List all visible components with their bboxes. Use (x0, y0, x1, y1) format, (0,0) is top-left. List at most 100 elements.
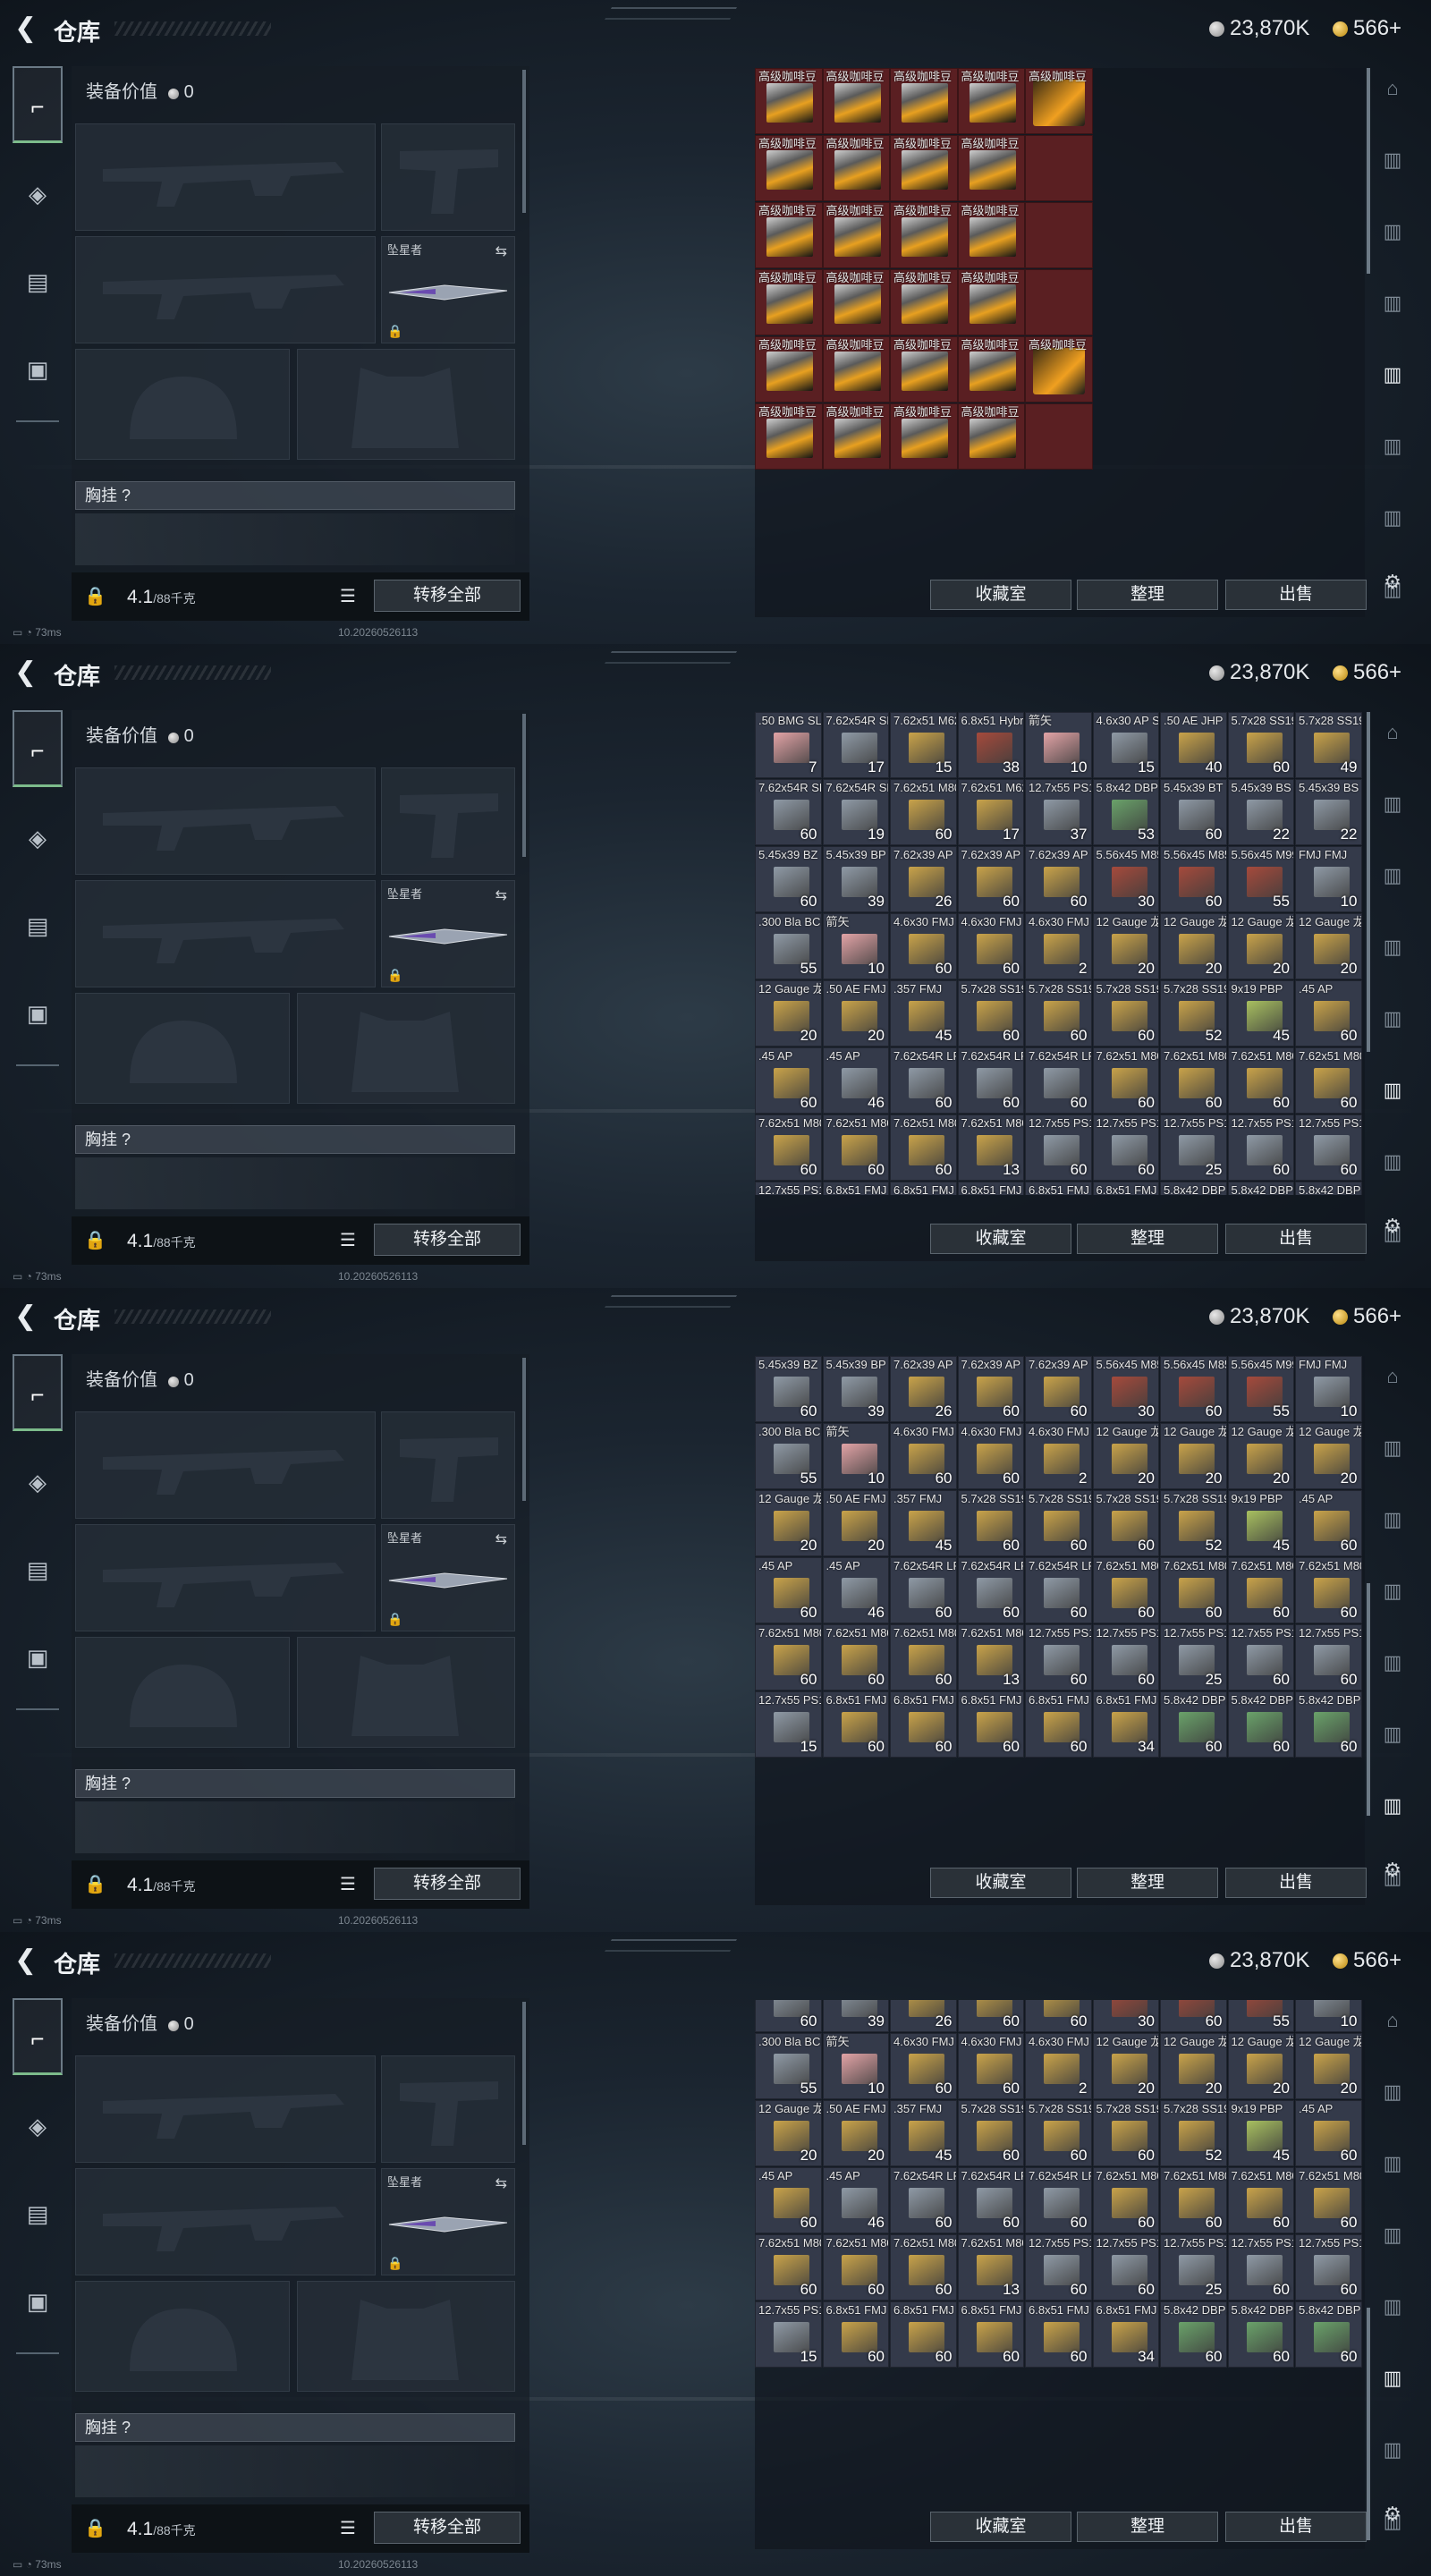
loadout-scrollbar[interactable] (522, 70, 526, 213)
stash-cell-coffee[interactable]: 高级咖啡豆 (957, 269, 1025, 335)
stash-cell-ammo[interactable]: 7.62x54R SNB 60 (755, 779, 822, 845)
stash-cell-ammo[interactable]: 5.45x39 BZ60 (755, 2000, 822, 2032)
stash-cell-ammo[interactable]: 5.7x28 SS190 52 (1160, 1490, 1227, 1556)
stash-cell-ammo[interactable]: 7.62x51 M80 60 (890, 779, 957, 845)
stash-cell-ammo[interactable]: 7.62x54R LPS 60 (957, 2167, 1024, 2233)
help-icon[interactable]: ? (117, 487, 131, 504)
primary-weapon-slot[interactable] (75, 767, 376, 875)
tab-gun[interactable]: ⌐ (13, 66, 63, 143)
stash-cell-ammo[interactable]: 6.8x51 FMJ34 (1092, 2301, 1159, 2368)
container-4-icon[interactable]: ▥ (1372, 2286, 1413, 2327)
stash-cell-coffee[interactable]: 高级咖啡豆 (822, 68, 890, 134)
tab-briefcase[interactable]: ▣ (13, 331, 63, 408)
stash-cell-ammo[interactable]: 5.45x39 BS 22 (1227, 779, 1294, 845)
tab-briefcase[interactable]: ▣ (13, 2263, 63, 2340)
stash-cell-ammo[interactable]: 7.62x39 AP60 (957, 1356, 1024, 1422)
tab-clipboard[interactable]: ▤ (13, 2175, 63, 2252)
melee-slot[interactable]: 坠星者 ⇆ 🔒 (381, 236, 515, 343)
stash-cell-ammo[interactable]: 6.8x51 FMJ60 (1025, 2301, 1092, 2368)
stash-cell-ammo[interactable]: 12 Gauge 龙息弹 20 (755, 2100, 822, 2166)
organize-button[interactable]: 整理 (1077, 2512, 1218, 2542)
container-2-icon[interactable]: ▥ (1372, 211, 1413, 252)
stash-cell-ammo[interactable]: 5.7x28 SS190 60 (1227, 712, 1294, 778)
stash-cell-coffee[interactable]: 高级咖啡豆 (755, 269, 823, 335)
stash-cell-ammo[interactable]: FMJ FMJ 10 (1295, 1356, 1362, 1422)
stash-cell-ammo[interactable]: 7.62x51 M80 60 (755, 1624, 822, 1690)
tab-briefcase[interactable]: ▣ (13, 1619, 63, 1696)
container-1-icon[interactable]: ▥ (1372, 784, 1413, 825)
stash-cell-ammo[interactable]: 6.8x51 FMJ60 (957, 2301, 1024, 2368)
stash-cell-ammo[interactable]: 5.56x45 M855 30 (1092, 1356, 1159, 1422)
chest-rig-header[interactable]: 胸挂 ? (75, 1125, 515, 1154)
stash-home-icon[interactable]: ⌂ (1372, 712, 1413, 753)
stash-cell-ammo[interactable]: 5.8x42 DBP1060 (1227, 1182, 1294, 1195)
stash-cell-ammo[interactable]: .300 Bla BCP FMJ 55 (755, 2033, 822, 2099)
stash-cell-ammo[interactable]: .300 Bla BCP FMJ 55 (755, 1423, 822, 1489)
gold-display[interactable]: 566+ (1333, 16, 1401, 41)
transfer-all-button[interactable]: 转移全部 (374, 1868, 521, 1900)
tab-helmet[interactable]: ◈ (13, 800, 63, 877)
armor-slot[interactable] (297, 1637, 515, 1748)
stash-cell-ammo[interactable]: 7.62x54R SNB 19 (822, 779, 889, 845)
stash-cell-ammo[interactable]: 9x19 PBP 45 (1227, 2100, 1294, 2166)
stash-cell-ammo[interactable]: 7.62x51 M62 17 (957, 779, 1024, 845)
organize-button[interactable]: 整理 (1077, 1868, 1218, 1898)
container-6-icon[interactable]: ▥ (1372, 497, 1413, 538)
settings-gear-icon[interactable]: ⚙ (1372, 1850, 1413, 1891)
stash-cell-ammo[interactable]: 5.7x28 SS190 60 (1025, 2100, 1092, 2166)
stash-cell-ammo[interactable]: 5.56x45 M855 30 (1092, 846, 1159, 912)
stash-cell-ammo[interactable]: 12 Gauge 龙息弹 20 (1227, 2033, 1294, 2099)
collection-room-button[interactable]: 收藏室 (930, 2512, 1071, 2542)
chest-rig-slot[interactable] (75, 2445, 515, 2497)
stash-cell-coffee[interactable] (1025, 135, 1093, 201)
stash-cell-ammo[interactable]: 4.6x30 FMJ SX 60 (890, 1423, 957, 1489)
stash-cell-ammo[interactable]: 12.7x55 PS12 25 (1160, 1624, 1227, 1690)
stash-cell-ammo[interactable]: 7.62x51 M80 60 (890, 1114, 957, 1181)
stash-cell-ammo[interactable]: 12.7x55 PS12 37 (1025, 779, 1092, 845)
stash-cell-ammo[interactable]: 5.56x45 M995 55 (1227, 846, 1294, 912)
secondary-weapon-slot[interactable] (75, 2168, 376, 2275)
pistol-slot[interactable] (381, 123, 515, 231)
helmet-slot[interactable] (75, 1637, 290, 1748)
help-icon[interactable]: ? (117, 2419, 131, 2436)
stash-cell-ammo[interactable]: 7.62x51 M80 13 (957, 1114, 1024, 1181)
stash-cell-ammo[interactable]: 9x19 PBP 45 (1227, 980, 1294, 1046)
stash-cell-coffee[interactable]: 高级咖啡豆 (890, 202, 958, 268)
armor-slot[interactable] (297, 993, 515, 1104)
stash-cell-ammo[interactable]: 7.62x39 AP60 (1025, 2000, 1092, 2032)
collection-room-button[interactable]: 收藏室 (930, 580, 1071, 610)
settings-gear-icon[interactable]: ⚙ (1372, 1206, 1413, 1247)
container-2-icon[interactable]: ▥ (1372, 1499, 1413, 1540)
stash-cell-ammo[interactable]: 7.62x51 M80 60 (822, 2234, 889, 2301)
stash-cell-ammo[interactable]: 12 Gauge 龙息弹 20 (1295, 913, 1362, 979)
melee-slot[interactable]: 坠星者 ⇆ 🔒 (381, 880, 515, 987)
stash-cell-ammo[interactable]: 12.7x55 PS12 60 (1025, 1624, 1092, 1690)
pistol-slot[interactable] (381, 767, 515, 875)
stash-cell-ammo[interactable]: 箭矢 10 (1025, 712, 1092, 778)
stash-cell-ammo[interactable]: 7.62x54R LPS 60 (957, 1047, 1024, 1114)
container-4-icon[interactable]: ▥ (1372, 354, 1413, 395)
stash-cell-ammo[interactable]: 6.8x51 FMJ60 (890, 2301, 957, 2368)
stash-cell-ammo[interactable]: 12.7x55 PS12 15 (755, 2301, 822, 2368)
stash-cell-ammo[interactable]: 5.45x39 BP39 (822, 2000, 889, 2032)
transfer-all-button[interactable]: 转移全部 (374, 1224, 521, 1256)
stash-cell-coffee[interactable]: 高级咖啡豆 (957, 135, 1025, 201)
stash-cell-ammo[interactable]: 5.7x28 SS190 52 (1160, 980, 1227, 1046)
list-icon[interactable]: ☰ (340, 585, 356, 607)
stash-cell-ammo[interactable]: 5.7x28 SS190 60 (1025, 1490, 1092, 1556)
armor-slot[interactable] (297, 2281, 515, 2392)
stash-cell-ammo[interactable]: 5.7x28 SS190 60 (1092, 2100, 1159, 2166)
stash-cell-ammo[interactable]: 6.8x51 FMJ34 (1092, 1182, 1159, 1195)
stash-cell-ammo[interactable]: 7.62x51 M80 60 (1295, 1047, 1362, 1114)
stash-cell-ammo[interactable]: .357 FMJ 45 (890, 2100, 957, 2166)
stash-cell-ammo[interactable]: 5.7x28 SS190 60 (1092, 1490, 1159, 1556)
stash-cell-ammo[interactable]: 7.62x51 M80 60 (1092, 1047, 1159, 1114)
stash-cell-ammo[interactable]: 7.62x54R LPS 60 (1025, 2167, 1092, 2233)
sell-button[interactable]: 出售 (1225, 1224, 1367, 1254)
stash-cell-ammo[interactable]: 6.8x51 FMJ60 (822, 1182, 889, 1195)
stash-cell-ammo[interactable]: 12.7x55 PS12 60 (1025, 2234, 1092, 2301)
stash-cell-ammo[interactable]: 7.62x39 AP60 (1025, 1356, 1092, 1422)
stash-cell-ammo[interactable]: 12 Gauge 龙息弹 20 (1160, 913, 1227, 979)
stash-cell-coffee[interactable]: 高级咖啡豆 (890, 68, 958, 134)
stash-cell-ammo[interactable]: 6.8x51 FMJ60 (1025, 1182, 1092, 1195)
